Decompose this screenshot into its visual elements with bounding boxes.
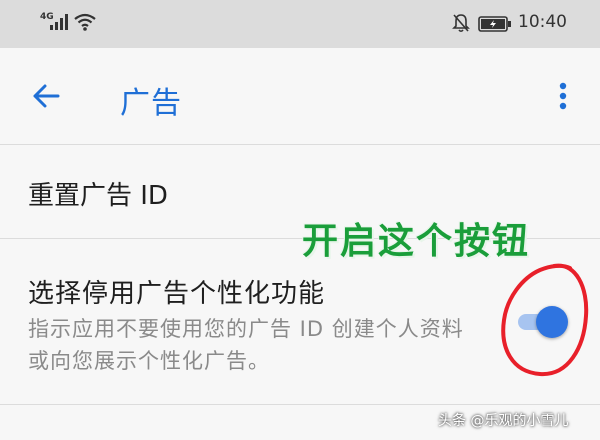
status-time: 10:40: [518, 12, 567, 32]
opt-out-description: 指示应用不要使用您的广告 ID 创建个人资料或向您展示个性化广告。: [28, 317, 464, 373]
divider: [0, 404, 600, 405]
page-title: 广告: [120, 86, 182, 121]
annotation-circle: [501, 263, 589, 377]
wifi-icon: [74, 13, 96, 31]
arrow-left-icon: [33, 84, 60, 108]
signal-bars-icon: [50, 14, 68, 30]
reset-ad-id-label: 重置广告 ID: [28, 181, 168, 211]
watermark: 头条 @乐观的小雪儿: [438, 413, 569, 429]
battery-icon: [478, 16, 511, 32]
status-bar: 4G 10:40: [0, 0, 600, 48]
bell-off-icon: [452, 14, 470, 33]
annotation-text: 开启这个按钮: [302, 221, 531, 262]
back-button[interactable]: [24, 74, 68, 118]
app-bar: 广告: [0, 48, 600, 144]
opt-out-title: 选择停用广告个性化功能: [28, 279, 326, 309]
more-vert-icon[interactable]: [550, 76, 576, 116]
